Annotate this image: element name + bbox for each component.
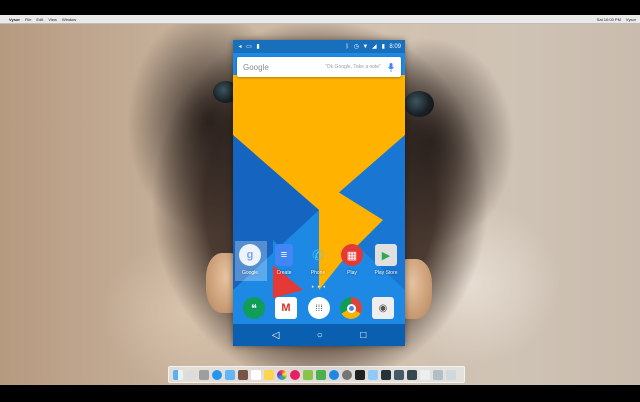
activity-icon[interactable] [381, 369, 391, 380]
docs-icon: ≡ [275, 244, 293, 266]
hangouts-icon[interactable]: ❝ [243, 297, 265, 319]
mail-icon[interactable] [225, 369, 235, 380]
selected-app-highlight [235, 241, 267, 281]
menu-file[interactable]: File [25, 15, 31, 24]
gmail-icon[interactable]: M [275, 297, 297, 319]
window-icon[interactable] [407, 369, 417, 380]
app-play[interactable]: ▦ Play [335, 244, 369, 276]
bluetooth-icon: ᛒ [345, 43, 350, 50]
app-label: Play Store [374, 270, 398, 276]
minimized-window-icon[interactable] [420, 369, 430, 380]
menu-window[interactable]: Window [62, 15, 76, 24]
facetime-icon[interactable] [316, 369, 326, 380]
nav-recents-icon[interactable]: □ [360, 330, 366, 341]
battery-icon: ▮ [381, 43, 385, 50]
battery-saver-icon: ▮ [256, 43, 260, 50]
menu-view[interactable]: View [48, 15, 57, 24]
phone-icon: ✆ [312, 246, 324, 263]
signal-icon: ◢ [372, 43, 377, 50]
launchpad-icon[interactable] [186, 369, 196, 380]
chrome-icon[interactable] [340, 297, 362, 319]
vysor-icon[interactable] [394, 369, 404, 380]
menu-edit[interactable]: Edit [36, 15, 43, 24]
google-logo: Google [243, 62, 269, 72]
contacts-icon[interactable] [238, 369, 248, 380]
desktop-screen: Vysor File Edit View Window Sat 10:00 PM… [0, 0, 640, 402]
menu-app-name[interactable]: Vysor [9, 15, 20, 24]
mac-menu-bar: Vysor File Edit View Window Sat 10:00 PM… [0, 15, 640, 24]
app-phone[interactable]: ✆ Phone [301, 244, 335, 277]
app-play-store[interactable]: ▶ Play Store [369, 244, 403, 276]
app-label: Play [347, 270, 357, 276]
nav-home-icon[interactable]: ○ [317, 330, 323, 341]
status-time: 8:09 [389, 43, 401, 50]
status-bar: ◂ ▭ ▮ ᛒ ◷ ▼ ◢ ▮ 8:09 [233, 40, 405, 53]
itunes-icon[interactable] [290, 369, 300, 380]
app-store-icon[interactable] [329, 369, 339, 380]
navigation-bar: ◁ ○ □ [233, 324, 405, 346]
dog-right-eye [404, 91, 434, 117]
app-label: Create [276, 270, 292, 276]
mac-dock [168, 366, 465, 383]
downloads-icon[interactable] [433, 369, 443, 380]
menu-status-app[interactable]: Vysor [626, 15, 636, 24]
cast-icon: ▭ [246, 43, 252, 50]
microphone-icon[interactable] [387, 62, 395, 72]
terminal-icon[interactable] [355, 369, 365, 380]
android-phone-screen[interactable]: ◂ ▭ ▮ ᛒ ◷ ▼ ◢ ▮ 8:09 Google "Ok Google, … [233, 40, 405, 346]
app-label: Phone [310, 270, 326, 276]
app-create[interactable]: ≡ Create [267, 244, 301, 276]
play-store-icon: ▶ [375, 244, 397, 266]
trash-icon[interactable] [446, 369, 456, 380]
notes-icon[interactable] [264, 369, 274, 380]
search-hint: "Ok Google, Take a note" [325, 64, 381, 70]
back-arrow-icon: ◂ [238, 43, 242, 50]
menu-clock[interactable]: Sat 10:00 PM [597, 15, 621, 24]
wifi-icon: ▼ [362, 43, 369, 50]
rocket-icon[interactable] [199, 369, 209, 380]
alarm-icon: ◷ [353, 43, 359, 50]
play-icon: ▦ [341, 244, 363, 266]
photos-icon[interactable] [277, 369, 287, 380]
google-search-bar[interactable]: Google "Ok Google, Take a note" [237, 57, 401, 77]
finder-icon[interactable] [173, 369, 183, 380]
messages-icon[interactable] [303, 369, 313, 380]
nav-back-icon[interactable]: ◁ [272, 330, 280, 341]
camera-icon[interactable]: ◉ [372, 297, 394, 319]
preferences-icon[interactable] [342, 369, 352, 380]
preview-icon[interactable] [368, 369, 378, 380]
app-drawer-icon[interactable]: ⁞⁞⁞ [308, 297, 330, 319]
page-indicator: • • • [311, 285, 327, 291]
calendar-icon[interactable] [251, 369, 261, 380]
safari-icon[interactable] [212, 369, 222, 380]
